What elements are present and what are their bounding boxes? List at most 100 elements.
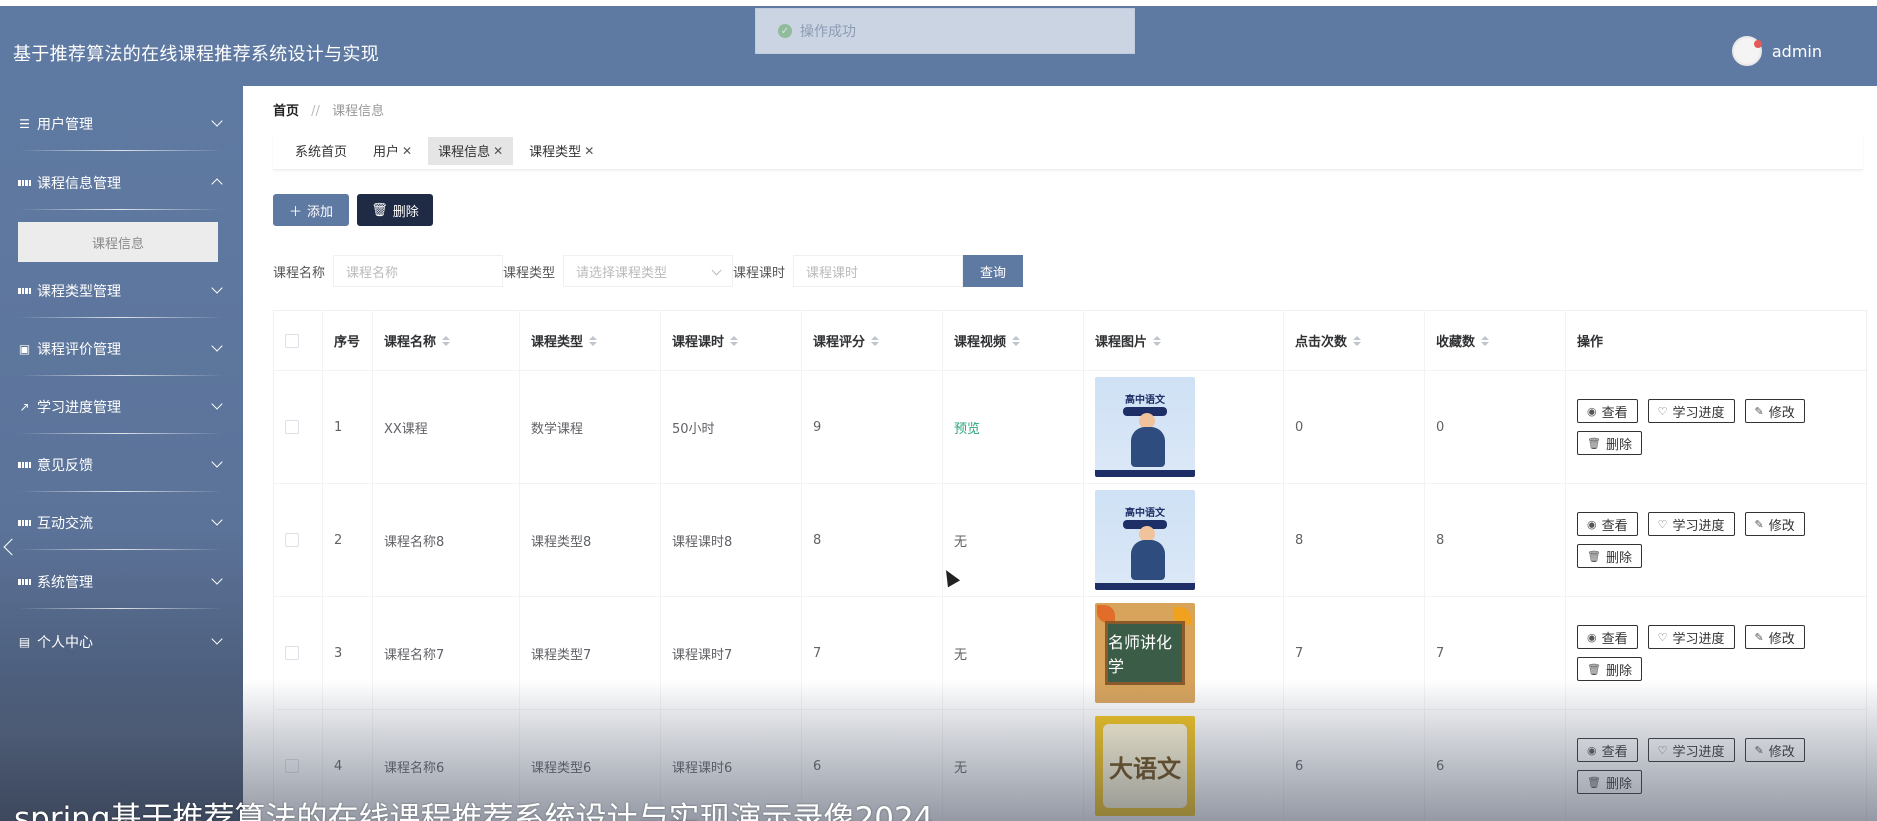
sort-icon[interactable]	[1012, 335, 1021, 346]
sidebar-item-course-info-management[interactable]: 课程信息管理	[0, 163, 243, 203]
progress-button[interactable]: ♡ 学习进度	[1647, 512, 1735, 536]
header-score[interactable]: 课程评分	[802, 311, 943, 370]
view-button[interactable]: ◉ 查看	[1577, 738, 1638, 762]
breadcrumb-separator: //	[311, 104, 320, 119]
delete-button[interactable]: 🗑 删除	[357, 194, 433, 226]
row-delete-button[interactable]: 🗑 删除	[1577, 544, 1642, 568]
sort-icon[interactable]	[871, 335, 880, 346]
sort-icon[interactable]	[1153, 335, 1162, 346]
close-icon[interactable]: ✕	[584, 144, 594, 158]
course-image[interactable]: 名师讲化学	[1095, 603, 1195, 703]
eye-icon: ◉	[1587, 743, 1597, 757]
add-button[interactable]: ＋ 添加	[273, 194, 349, 226]
calendar-icon: ▤	[18, 635, 31, 649]
tab-label: 课程类型	[529, 145, 582, 160]
row-checkbox[interactable]	[285, 420, 299, 434]
sidebar-item-label: 课程信息管理	[37, 176, 121, 192]
progress-label: 学习进度	[1672, 405, 1725, 421]
sort-icon[interactable]	[442, 335, 451, 346]
breadcrumb-home[interactable]: 首页	[273, 104, 299, 119]
header-image[interactable]: 课程图片	[1084, 311, 1284, 370]
video-preview-link[interactable]: 预览	[954, 418, 980, 437]
tab-course-type[interactable]: 课程类型 ✕	[519, 137, 604, 165]
delete-label: 删除	[1605, 663, 1632, 679]
username[interactable]: admin	[1772, 42, 1822, 61]
tab-home[interactable]: 系统首页	[285, 137, 357, 165]
cell-type: 课程类型7	[520, 597, 661, 709]
sidebar-item-personal-center[interactable]: ▤ 个人中心	[0, 622, 243, 662]
delete-label: 删除	[1605, 550, 1632, 566]
edit-label: 修改	[1768, 518, 1795, 534]
sidebar-item-course-review-management[interactable]: ▣ 课程评价管理	[0, 329, 243, 369]
sidebar-item-interaction[interactable]: 互动交流	[0, 503, 243, 543]
header-no: 序号	[323, 311, 373, 370]
view-button[interactable]: ◉ 查看	[1577, 399, 1638, 423]
heart-icon: ♡	[1657, 630, 1668, 644]
row-checkbox[interactable]	[285, 533, 299, 547]
query-button[interactable]: 查询	[963, 255, 1024, 287]
sort-icon[interactable]	[589, 335, 598, 346]
trash-icon: 🗑	[1587, 436, 1601, 450]
breadcrumb: 首页 // 课程信息	[273, 100, 384, 119]
header-type[interactable]: 课程类型	[520, 311, 661, 370]
sidebar-item-user-management[interactable]: ☰ 用户管理	[0, 104, 243, 144]
row-checkbox[interactable]	[285, 759, 299, 773]
cell-clicks: 6	[1284, 710, 1425, 821]
header-hours[interactable]: 课程课时	[661, 311, 802, 370]
header-favorites[interactable]: 收藏数	[1425, 311, 1566, 370]
course-hours-label: 课程课时	[733, 265, 786, 281]
course-type-select[interactable]: 请选择课程类型	[563, 255, 734, 287]
sort-icon[interactable]	[730, 335, 739, 346]
close-icon[interactable]: ✕	[493, 144, 503, 158]
row-delete-button[interactable]: 🗑 删除	[1577, 657, 1642, 681]
course-name-input[interactable]: 课程名称	[333, 255, 504, 287]
trash-icon: 🗑	[1587, 549, 1601, 563]
edit-button[interactable]: ✎ 修改	[1744, 399, 1805, 423]
progress-button[interactable]: ♡ 学习进度	[1647, 625, 1735, 649]
heart-icon: ♡	[1657, 517, 1668, 531]
view-button[interactable]: ◉ 查看	[1577, 625, 1638, 649]
select-all-checkbox[interactable]	[285, 333, 299, 348]
cell-hours: 50小时	[661, 371, 802, 483]
course-image[interactable]: 高中语文	[1095, 377, 1195, 477]
edit-button[interactable]: ✎ 修改	[1744, 625, 1805, 649]
progress-button[interactable]: ♡ 学习进度	[1647, 399, 1735, 423]
course-hours-input[interactable]: 课程课时	[793, 255, 964, 287]
cell-type: 数学课程	[520, 371, 661, 483]
sidebar-item-system-management[interactable]: 系统管理	[0, 562, 243, 602]
heart-icon: ♡	[1657, 743, 1668, 757]
cell-score: 9	[802, 371, 943, 483]
sidebar-item-course-type-management[interactable]: 课程类型管理	[0, 271, 243, 311]
view-button[interactable]: ◉ 查看	[1577, 512, 1638, 536]
eye-icon: ◉	[1587, 517, 1597, 531]
avatar[interactable]	[1731, 36, 1762, 66]
row-delete-button[interactable]: 🗑 删除	[1577, 770, 1642, 794]
submenu-item-course-info[interactable]: 课程信息	[18, 222, 218, 262]
progress-button[interactable]: ♡ 学习进度	[1647, 738, 1735, 762]
cell-image: 名师讲化学	[1084, 597, 1284, 709]
sort-icon[interactable]	[1481, 335, 1490, 346]
header-label: 课程课时	[672, 335, 725, 350]
header-label: 课程图片	[1095, 335, 1148, 350]
sidebar-item-progress-management[interactable]: ↗ 学习进度管理	[0, 387, 243, 427]
header-clicks[interactable]: 点击次数	[1284, 311, 1425, 370]
cell-video: 无	[943, 710, 1084, 821]
user-menu[interactable]: admin	[1731, 36, 1822, 66]
tab-course-info[interactable]: 课程信息 ✕	[428, 136, 514, 165]
cell-video: 无	[943, 484, 1084, 596]
tab-user[interactable]: 用户 ✕	[363, 137, 422, 165]
close-icon[interactable]: ✕	[402, 144, 412, 158]
edit-button[interactable]: ✎ 修改	[1744, 738, 1805, 762]
edit-button[interactable]: ✎ 修改	[1744, 512, 1805, 536]
row-select-cell	[274, 597, 323, 709]
cell-image: 大语文	[1084, 710, 1284, 821]
header-video[interactable]: 课程视频	[943, 311, 1084, 370]
row-checkbox[interactable]	[285, 646, 299, 660]
sidebar-item-feedback[interactable]: 意见反馈	[0, 445, 243, 485]
row-delete-button[interactable]: 🗑 删除	[1577, 431, 1642, 455]
table-header-row: 序号 课程名称 课程类型 课程课时 课程评分 课程视频 课程图片 点击次数 收藏…	[274, 311, 1868, 371]
header-name[interactable]: 课程名称	[373, 311, 520, 370]
sort-icon[interactable]	[1353, 335, 1362, 346]
course-image[interactable]: 高中语文	[1095, 490, 1195, 590]
course-image[interactable]: 大语文	[1095, 716, 1195, 816]
